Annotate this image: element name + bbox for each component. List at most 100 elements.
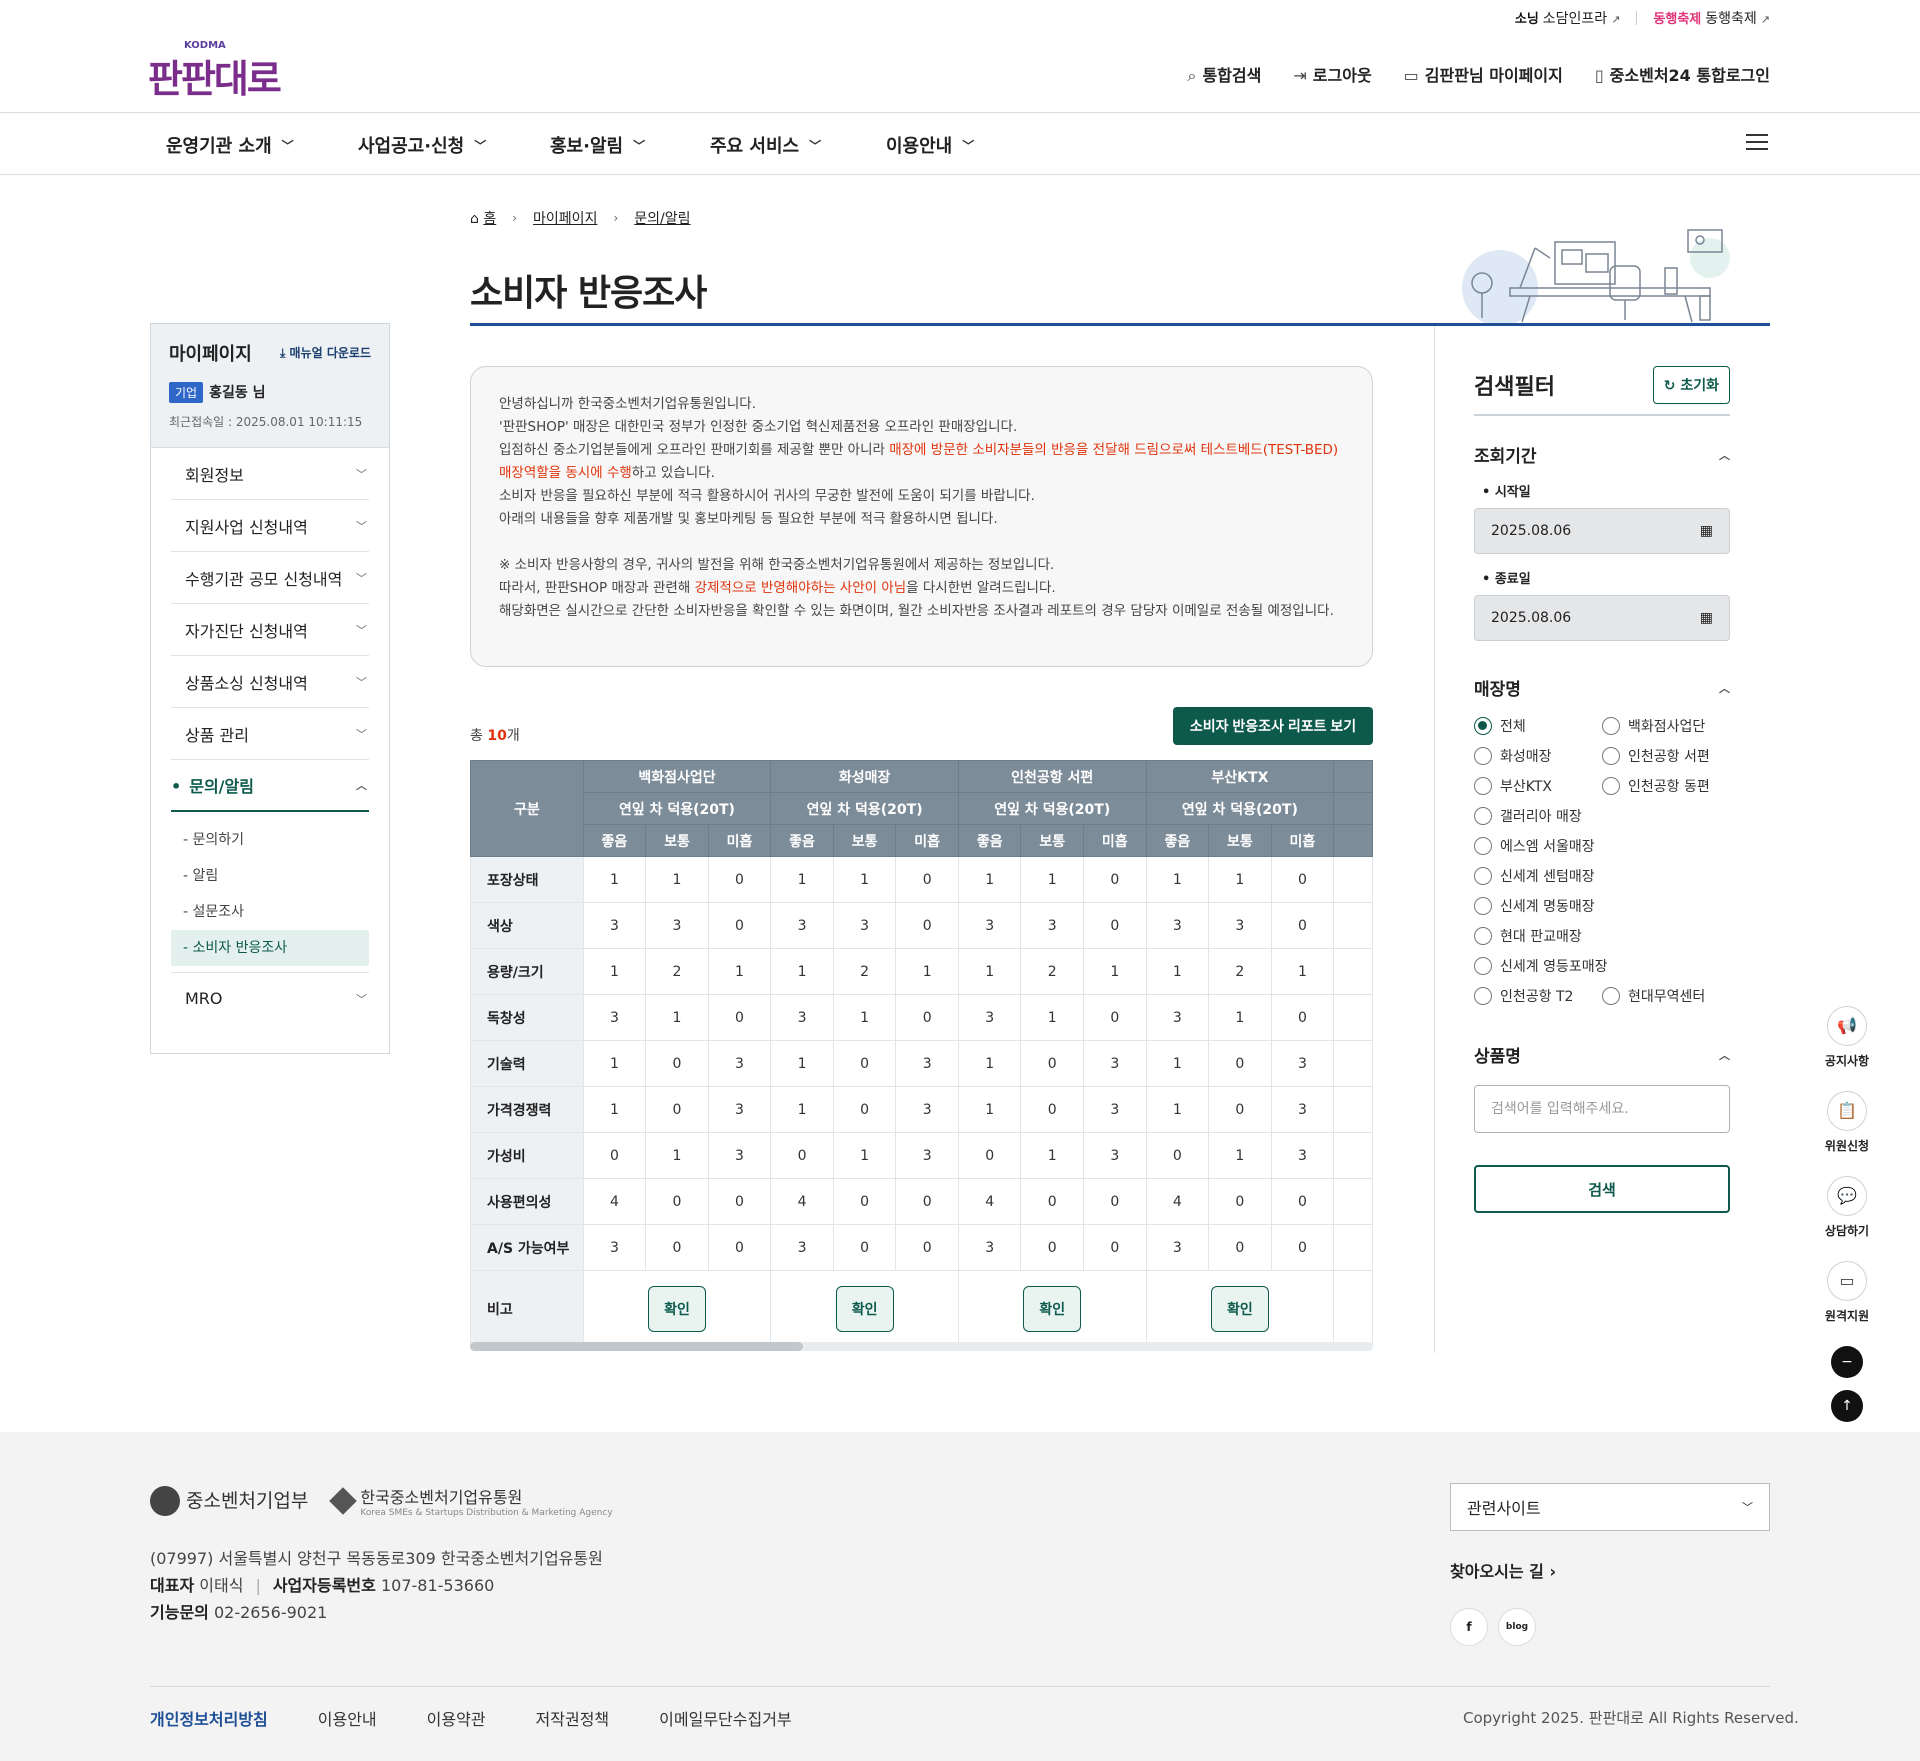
gnb-item-business[interactable]: 사업공고·신청 ﹀ [358, 132, 550, 158]
home-link[interactable]: ⌂ 홈 [470, 208, 496, 228]
store-radio-galleria[interactable]: 갤러리아 매장 [1474, 806, 1730, 826]
sidebar-item-member-info[interactable]: 회원정보 ﹀ [171, 448, 369, 500]
confirm-button[interactable]: 확인 [1023, 1285, 1082, 1332]
store-radio-incheon-west[interactable]: 인천공항 서편 [1602, 746, 1730, 766]
related-sites-select[interactable]: 관련사이트 ﹀ [1450, 1483, 1770, 1531]
facebook-icon[interactable]: f [1450, 1608, 1488, 1646]
footer-link-terms[interactable]: 이용약관 [427, 1706, 486, 1730]
store-radio-busan-ktx[interactable]: 부산KTX [1474, 776, 1602, 796]
manual-download-button[interactable]: ⤓ 매뉴얼 다운로드 [280, 344, 371, 361]
hamburger-menu-icon[interactable] [1746, 134, 1768, 152]
reset-button[interactable]: ↻ 초기화 [1652, 366, 1730, 404]
sidebar-item-agency-applications[interactable]: 수행기관 공모 신청내역 ﹀ [171, 552, 369, 604]
header-rating: 보통 [645, 824, 709, 857]
store-radio-incheon-t2[interactable]: 인천공항 T2 [1474, 986, 1602, 1006]
footer-link-copyright-policy[interactable]: 저작권정책 [536, 1706, 610, 1730]
row-header: A/S 가능여부 [470, 1224, 584, 1271]
quick-committee[interactable]: 📋 위원신청 [1822, 1091, 1872, 1154]
gnb-item-promo[interactable]: 홍보·알림 ﹀ [550, 132, 710, 158]
confirm-button[interactable]: 확인 [1210, 1285, 1269, 1332]
scroll-top-icon[interactable]: ↑ [1831, 1390, 1863, 1422]
store-radio-hwaseong[interactable]: 화성매장 [1474, 746, 1602, 766]
search-link[interactable]: ⌕ 통합검색 [1188, 62, 1262, 86]
table-cell: 3 [957, 994, 1022, 1041]
store-radio-shinsegae-yeongdeungpo[interactable]: 신세계 영등포매장 [1474, 956, 1730, 976]
login24-link[interactable]: ▯ 중소벤처24 통합로그인 [1595, 62, 1770, 86]
end-date-label: • 종료일 [1482, 572, 1531, 587]
start-date-field[interactable]: 2025.08.06 ▦ [1474, 508, 1730, 554]
confirm-button[interactable]: 확인 [647, 1285, 706, 1332]
breadcrumb-inquiry[interactable]: 문의/알림 [634, 208, 690, 228]
start-date-label-text: 시작일 [1494, 485, 1531, 500]
footer-link-privacy[interactable]: 개인정보처리방침 [150, 1706, 268, 1730]
submenu-survey[interactable]: - 설문조사 [171, 894, 369, 930]
gnb-label: 사업공고·신청 [358, 136, 465, 157]
table-cell: 3 [707, 1086, 772, 1133]
store-radio-hyundai-trade[interactable]: 현대무역센터 [1602, 986, 1730, 1006]
quick-chat[interactable]: 💬 상담하기 [1822, 1176, 1872, 1239]
sidebar-item-inquiry[interactable]: • 문의/알림 ︿ [171, 760, 369, 812]
table-cell: 0 [1083, 1178, 1147, 1225]
table-cell: 0 [957, 1132, 1022, 1179]
gnb-item-about[interactable]: 운영기관 소개 ﹀ [166, 132, 358, 158]
horizontal-scrollbar[interactable] [470, 1342, 1373, 1351]
sidebar-item-self-diagnosis[interactable]: 자가진단 신청내역 ﹀ [171, 604, 369, 656]
gnb-item-services[interactable]: 주요 서비스 ﹀ [710, 132, 886, 158]
footer-link-email-refusal[interactable]: 이메일무단수집거부 [659, 1706, 791, 1730]
product-search-input[interactable]: 검색어를 입력해주세요. [1474, 1085, 1730, 1133]
calendar-icon[interactable]: ▦ [1700, 610, 1713, 626]
total-number: 10 [487, 728, 507, 744]
store-radio-shinsegae-myeongdong[interactable]: 신세계 명동매장 [1474, 896, 1730, 916]
submenu-inquiry[interactable]: - 문의하기 [171, 822, 369, 858]
calendar-icon[interactable]: ▦ [1700, 523, 1713, 539]
product-section-toggle[interactable]: 상품명 ︿ [1474, 1042, 1730, 1067]
sidebar-item-mro[interactable]: MRO ﹀ [171, 972, 369, 1024]
footer-link-guide[interactable]: 이용안내 [318, 1706, 377, 1730]
logout-link[interactable]: ⇥ 로그아웃 [1293, 62, 1371, 86]
quick-notice[interactable]: 📢 공지사항 [1822, 1006, 1872, 1069]
store-radio-hyundai-pangyo[interactable]: 현대 판교매장 [1474, 926, 1730, 946]
scrollbar-thumb[interactable] [470, 1342, 803, 1351]
sidebar-item-product-management[interactable]: 상품 관리 ﹀ [171, 708, 369, 760]
gnb-item-guide[interactable]: 이용안내 ﹀ [886, 132, 1046, 158]
sodam-link[interactable]: 소닝 소담인프라 ↗ [1515, 8, 1621, 28]
confirm-button[interactable]: 확인 [835, 1285, 894, 1332]
blog-icon[interactable]: blog [1498, 1608, 1536, 1646]
site-logo[interactable]: KODMA 판판대로 [148, 40, 282, 103]
search-button[interactable]: 검색 [1474, 1165, 1730, 1213]
table-cell: 3 [1145, 994, 1210, 1041]
row-header: 기술력 [470, 1040, 584, 1087]
quick-remote[interactable]: ▭ 원격지원 [1822, 1261, 1872, 1324]
breadcrumb-mypage[interactable]: 마이페이지 [533, 208, 597, 228]
table-cell-overflow [1333, 994, 1373, 1041]
table-cell: 1 [645, 1132, 709, 1179]
store-radio-sm-seoul[interactable]: 에스엠 서울매장 [1474, 836, 1730, 856]
logo-sub: KODMA [184, 40, 226, 51]
table-cell: 0 [895, 902, 959, 949]
festival-link[interactable]: 동행축제 동행축제 ↗ [1653, 8, 1770, 28]
table-cell: 3 [582, 1224, 647, 1271]
sidebar-item-label: 지원사업 신청내역 [185, 517, 308, 537]
chevron-down-icon: ﹀ [356, 992, 367, 1006]
mypage-link[interactable]: ▭ 김판판님 마이페이지 [1404, 62, 1563, 86]
sidebar-item-sourcing[interactable]: 상품소싱 신청내역 ﹀ [171, 656, 369, 708]
megaphone-icon: 📢 [1827, 1006, 1867, 1046]
table-cell: 0 [770, 1132, 834, 1179]
view-report-button[interactable]: 소비자 반응조사 리포트 보기 [1173, 707, 1373, 745]
store-radio-shinsegae-centum[interactable]: 신세계 센텀매장 [1474, 866, 1730, 886]
manual-label: 매뉴얼 다운로드 [289, 346, 371, 360]
store-radio-incheon-east[interactable]: 인천공항 동편 [1602, 776, 1730, 796]
collapse-icon[interactable]: − [1831, 1346, 1863, 1378]
store-radio-dept[interactable]: 백화점사업단 [1602, 716, 1730, 736]
response-table: 구분 백화점사업단 화성매장 인천공항 서편 부산KTX 연잎 차 덕용(20T) 연잎… [470, 760, 1373, 1347]
store-section-toggle[interactable]: 매장명 ︿ [1474, 675, 1730, 700]
period-section-toggle[interactable]: 조회기간 ︿ [1474, 442, 1730, 467]
note-cell: 확인 [957, 1270, 1147, 1347]
end-date-field[interactable]: 2025.08.06 ▦ [1474, 595, 1730, 641]
store-radio-all[interactable]: 전체 [1474, 716, 1602, 736]
sidebar-item-support-applications[interactable]: 지원사업 신청내역 ﹀ [171, 500, 369, 552]
submenu-notifications[interactable]: - 알림 [171, 858, 369, 894]
response-table-container: 구분 백화점사업단 화성매장 인천공항 서편 부산KTX 연잎 차 덕용(20T) 연잎… [470, 760, 1373, 1348]
directions-link[interactable]: 찾아오시는 길 › [1450, 1558, 1556, 1582]
submenu-consumer-response[interactable]: - 소비자 반응조사 [171, 930, 369, 966]
